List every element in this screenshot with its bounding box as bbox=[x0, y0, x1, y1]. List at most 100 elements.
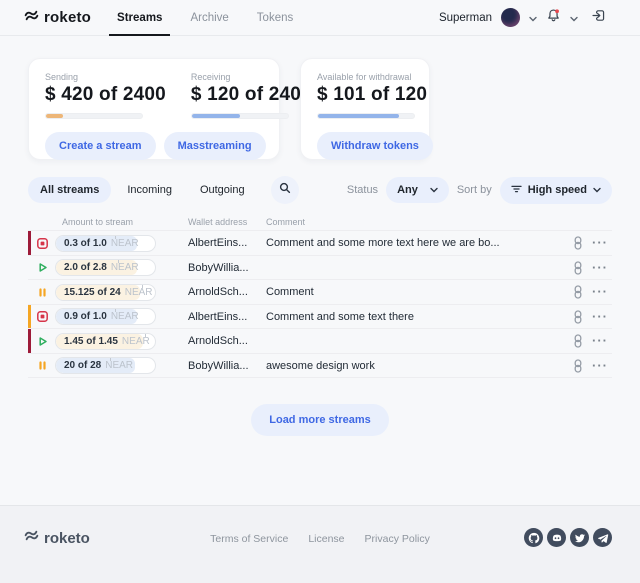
account-menu-button[interactable] bbox=[529, 9, 537, 27]
row-menu-button[interactable]: ··· bbox=[592, 359, 608, 372]
stream-row[interactable]: 2.0 of 2.8 NEAR BobyWillia... ··· bbox=[28, 256, 612, 281]
sort-by-label: Sort by bbox=[457, 184, 492, 196]
column-header-comment: Comment bbox=[266, 217, 305, 227]
tab-archive[interactable]: Archive bbox=[190, 0, 228, 36]
wallet-address: ArnoldSch... bbox=[188, 335, 248, 347]
stop-icon bbox=[37, 238, 48, 249]
load-more-button[interactable]: Load more streams bbox=[251, 404, 388, 436]
masstreaming-button[interactable]: Masstreaming bbox=[164, 132, 266, 160]
link-icon bbox=[572, 285, 584, 299]
stream-row[interactable]: 0.3 of 1.0 NEAR AlbertEins... Comment an… bbox=[28, 231, 612, 256]
stream-status-icon bbox=[37, 262, 48, 273]
copy-link-button[interactable] bbox=[572, 334, 584, 353]
row-menu-button[interactable]: ··· bbox=[592, 310, 608, 323]
stream-status-icon bbox=[37, 238, 48, 249]
sending-metric: Sending $ 420 of 2400 bbox=[45, 72, 166, 119]
withdraw-tokens-button[interactable]: Withdraw tokens bbox=[317, 132, 433, 160]
chevron-down-icon bbox=[529, 9, 537, 27]
row-menu-button[interactable]: ··· bbox=[592, 334, 608, 347]
withdrawal-label: Available for withdrawal bbox=[317, 72, 413, 82]
copy-link-button[interactable] bbox=[572, 236, 584, 255]
github-icon bbox=[528, 532, 540, 544]
stream-row[interactable]: 0.9 of 1.0 NEAR AlbertEins... Comment an… bbox=[28, 305, 612, 330]
tab-streams[interactable]: Streams bbox=[117, 0, 162, 36]
token-label: NEAR bbox=[105, 360, 133, 371]
sort-lines-icon bbox=[511, 184, 522, 197]
stream-row[interactable]: 20 of 28 NEAR BobyWillia... awesome desi… bbox=[28, 354, 612, 379]
discord-link[interactable] bbox=[547, 528, 566, 547]
amount-value: 15.125 of 24 bbox=[64, 287, 121, 298]
status-label: Status bbox=[347, 184, 378, 196]
sign-out-button[interactable] bbox=[591, 8, 606, 28]
sending-progress-bar bbox=[45, 113, 143, 119]
stream-comment: awesome design work bbox=[266, 360, 375, 372]
twitter-link[interactable] bbox=[570, 528, 589, 547]
license-link[interactable]: License bbox=[308, 533, 344, 545]
search-icon bbox=[279, 181, 291, 199]
stream-status-icon bbox=[37, 311, 48, 322]
stream-row[interactable]: 1.45 of 1.45 NEAR ArnoldSch... ··· bbox=[28, 329, 612, 354]
header-right: Superman bbox=[439, 8, 606, 28]
filter-tab-outgoing[interactable]: Outgoing bbox=[188, 177, 257, 203]
pause-icon bbox=[37, 287, 48, 298]
twitter-icon bbox=[574, 532, 586, 544]
create-stream-button[interactable]: Create a stream bbox=[45, 132, 156, 160]
token-label: NEAR bbox=[111, 238, 139, 249]
telegram-link[interactable] bbox=[593, 528, 612, 547]
amount-progress-chip: 0.3 of 1.0 NEAR bbox=[55, 235, 156, 252]
privacy-policy-link[interactable]: Privacy Policy bbox=[365, 533, 430, 545]
amount-value: 0.3 of 1.0 bbox=[64, 238, 107, 249]
sending-label: Sending bbox=[45, 72, 166, 82]
row-accent-stripe bbox=[28, 305, 31, 329]
stream-status-icon bbox=[37, 360, 48, 371]
wallet-address: AlbertEins... bbox=[188, 237, 247, 249]
terms-of-service-link[interactable]: Terms of Service bbox=[210, 533, 288, 545]
sort-dropdown[interactable]: High speed bbox=[500, 177, 612, 204]
wallet-address: AlbertEins... bbox=[188, 311, 247, 323]
filter-tab-all-streams[interactable]: All streams bbox=[28, 177, 111, 203]
stream-status-icon bbox=[37, 287, 48, 298]
chevron-down-icon bbox=[593, 184, 601, 196]
sending-amount: $ 420 of 2400 bbox=[45, 84, 166, 106]
sort-value: High speed bbox=[528, 184, 587, 196]
play-icon bbox=[37, 262, 48, 273]
copy-link-button[interactable] bbox=[572, 359, 584, 378]
withdrawal-card: Available for withdrawal $ 101 of 120 Wi… bbox=[300, 58, 430, 160]
copy-link-button[interactable] bbox=[572, 310, 584, 329]
receiving-metric: Receiving $ 120 of 240 bbox=[191, 72, 301, 119]
notifications-menu-button[interactable] bbox=[570, 9, 578, 27]
tab-tokens[interactable]: Tokens bbox=[257, 0, 293, 36]
telegram-icon bbox=[597, 532, 609, 544]
wallet-address: ArnoldSch... bbox=[188, 286, 248, 298]
copy-link-button[interactable] bbox=[572, 261, 584, 280]
stream-comment: Comment and some more text here we are b… bbox=[266, 237, 500, 249]
avatar[interactable] bbox=[501, 8, 520, 27]
row-menu-button[interactable]: ··· bbox=[592, 261, 608, 274]
wallet-address: BobyWillia... bbox=[188, 262, 249, 274]
amount-progress-chip: 2.0 of 2.8 NEAR bbox=[55, 259, 156, 276]
filter-tab-incoming[interactable]: Incoming bbox=[115, 177, 184, 203]
notifications-button[interactable] bbox=[546, 8, 561, 28]
amount-value: 0.9 of 1.0 bbox=[64, 311, 107, 322]
app-logo[interactable]: roketo bbox=[24, 8, 91, 28]
link-icon bbox=[572, 310, 584, 324]
stream-comment: Comment and some text there bbox=[266, 311, 414, 323]
row-accent-stripe bbox=[28, 231, 31, 255]
top-bar: roketo Streams Archive Tokens Superman bbox=[0, 0, 640, 36]
stop-icon bbox=[37, 311, 48, 322]
copy-link-button[interactable] bbox=[572, 285, 584, 304]
stream-row[interactable]: 15.125 of 24 NEAR ArnoldSch... Comment ·… bbox=[28, 280, 612, 305]
footer: roketo Terms of Service License Privacy … bbox=[0, 505, 640, 583]
withdrawal-amount: $ 101 of 120 bbox=[317, 84, 413, 106]
status-dropdown[interactable]: Any bbox=[386, 177, 449, 203]
search-button[interactable] bbox=[271, 176, 299, 204]
stream-list: 0.3 of 1.0 NEAR AlbertEins... Comment an… bbox=[28, 230, 612, 378]
streams-summary-card: Sending $ 420 of 2400 Receiving $ 120 of… bbox=[28, 58, 280, 160]
row-menu-button[interactable]: ··· bbox=[592, 285, 608, 298]
github-link[interactable] bbox=[524, 528, 543, 547]
amount-progress-chip: 15.125 of 24 NEAR bbox=[55, 284, 156, 301]
receiving-amount: $ 120 of 240 bbox=[191, 84, 301, 106]
row-menu-button[interactable]: ··· bbox=[592, 236, 608, 249]
play-icon bbox=[37, 336, 48, 347]
stream-status-icon bbox=[37, 336, 48, 347]
